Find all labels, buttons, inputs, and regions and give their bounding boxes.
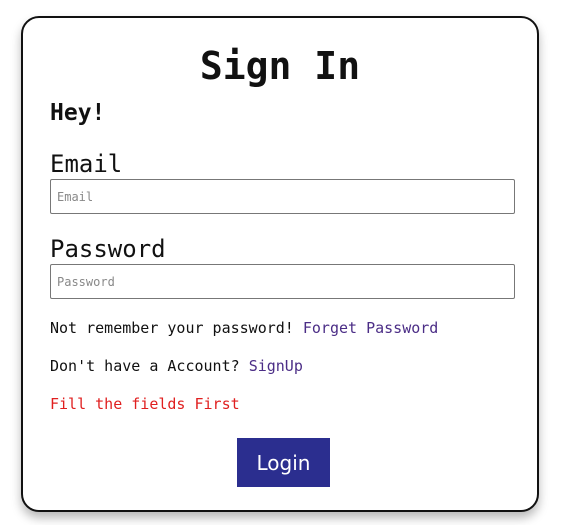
login-button[interactable]: Login (237, 438, 330, 487)
email-label: Email (50, 150, 123, 178)
password-label: Password (50, 235, 166, 263)
password-field[interactable] (50, 264, 515, 299)
email-field[interactable] (50, 179, 515, 214)
forgot-password-row: Not remember your password! Forget Passw… (50, 318, 438, 338)
forgot-password-link[interactable]: Forget Password (303, 319, 438, 337)
forgot-password-prompt: Not remember your password! (50, 319, 294, 337)
signup-link[interactable]: SignUp (249, 357, 303, 375)
signup-row: Don't have a Account? SignUp (50, 356, 303, 376)
error-message: Fill the fields First (50, 395, 240, 413)
sign-in-card: Sign In Hey! Email Password Not remember… (21, 16, 539, 512)
signup-prompt: Don't have a Account? (50, 357, 240, 375)
page-title: Sign In (199, 44, 361, 88)
greeting-text: Hey! (50, 100, 106, 126)
